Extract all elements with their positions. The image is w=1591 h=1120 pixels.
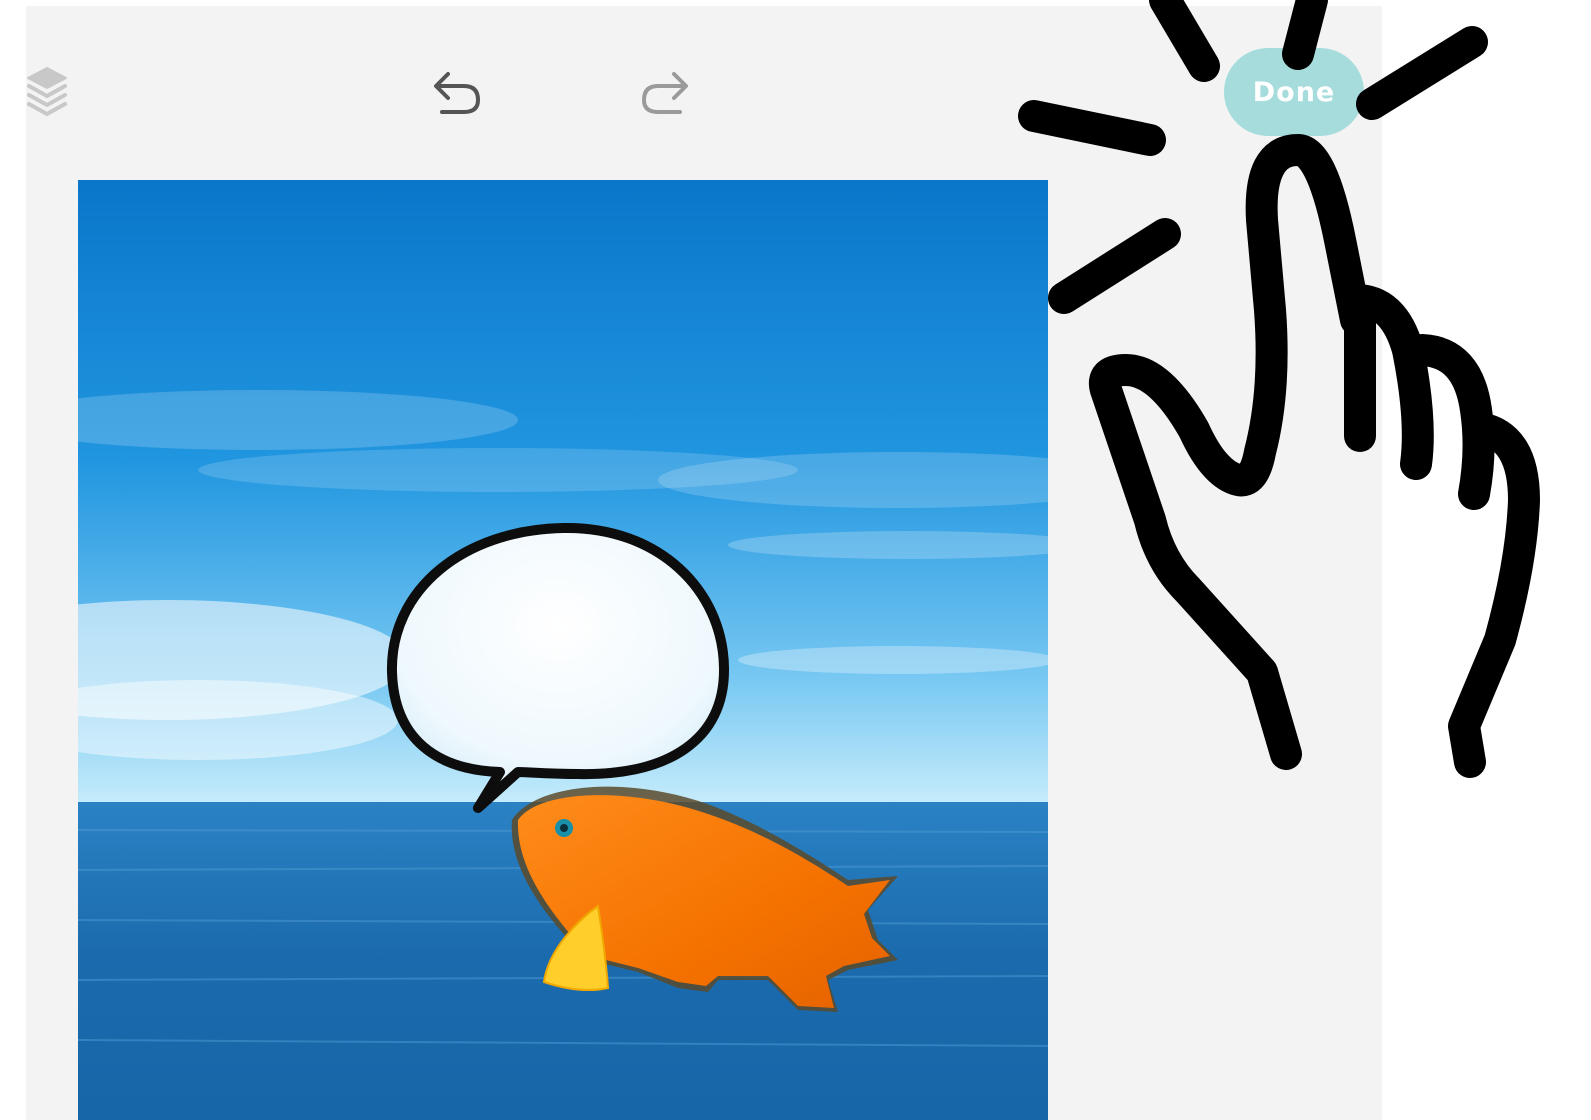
done-button[interactable]: Done xyxy=(1224,48,1364,136)
canvas-photo[interactable] xyxy=(78,180,1048,1120)
redo-arrow-icon xyxy=(642,72,688,114)
editor-toolbar: Done xyxy=(26,6,1382,176)
photo-editor-window: Done xyxy=(26,6,1382,1120)
redo-button[interactable] xyxy=(638,68,694,118)
layers-icon[interactable] xyxy=(26,66,68,118)
undo-button[interactable] xyxy=(428,68,484,118)
undo-arrow-icon xyxy=(434,72,480,114)
